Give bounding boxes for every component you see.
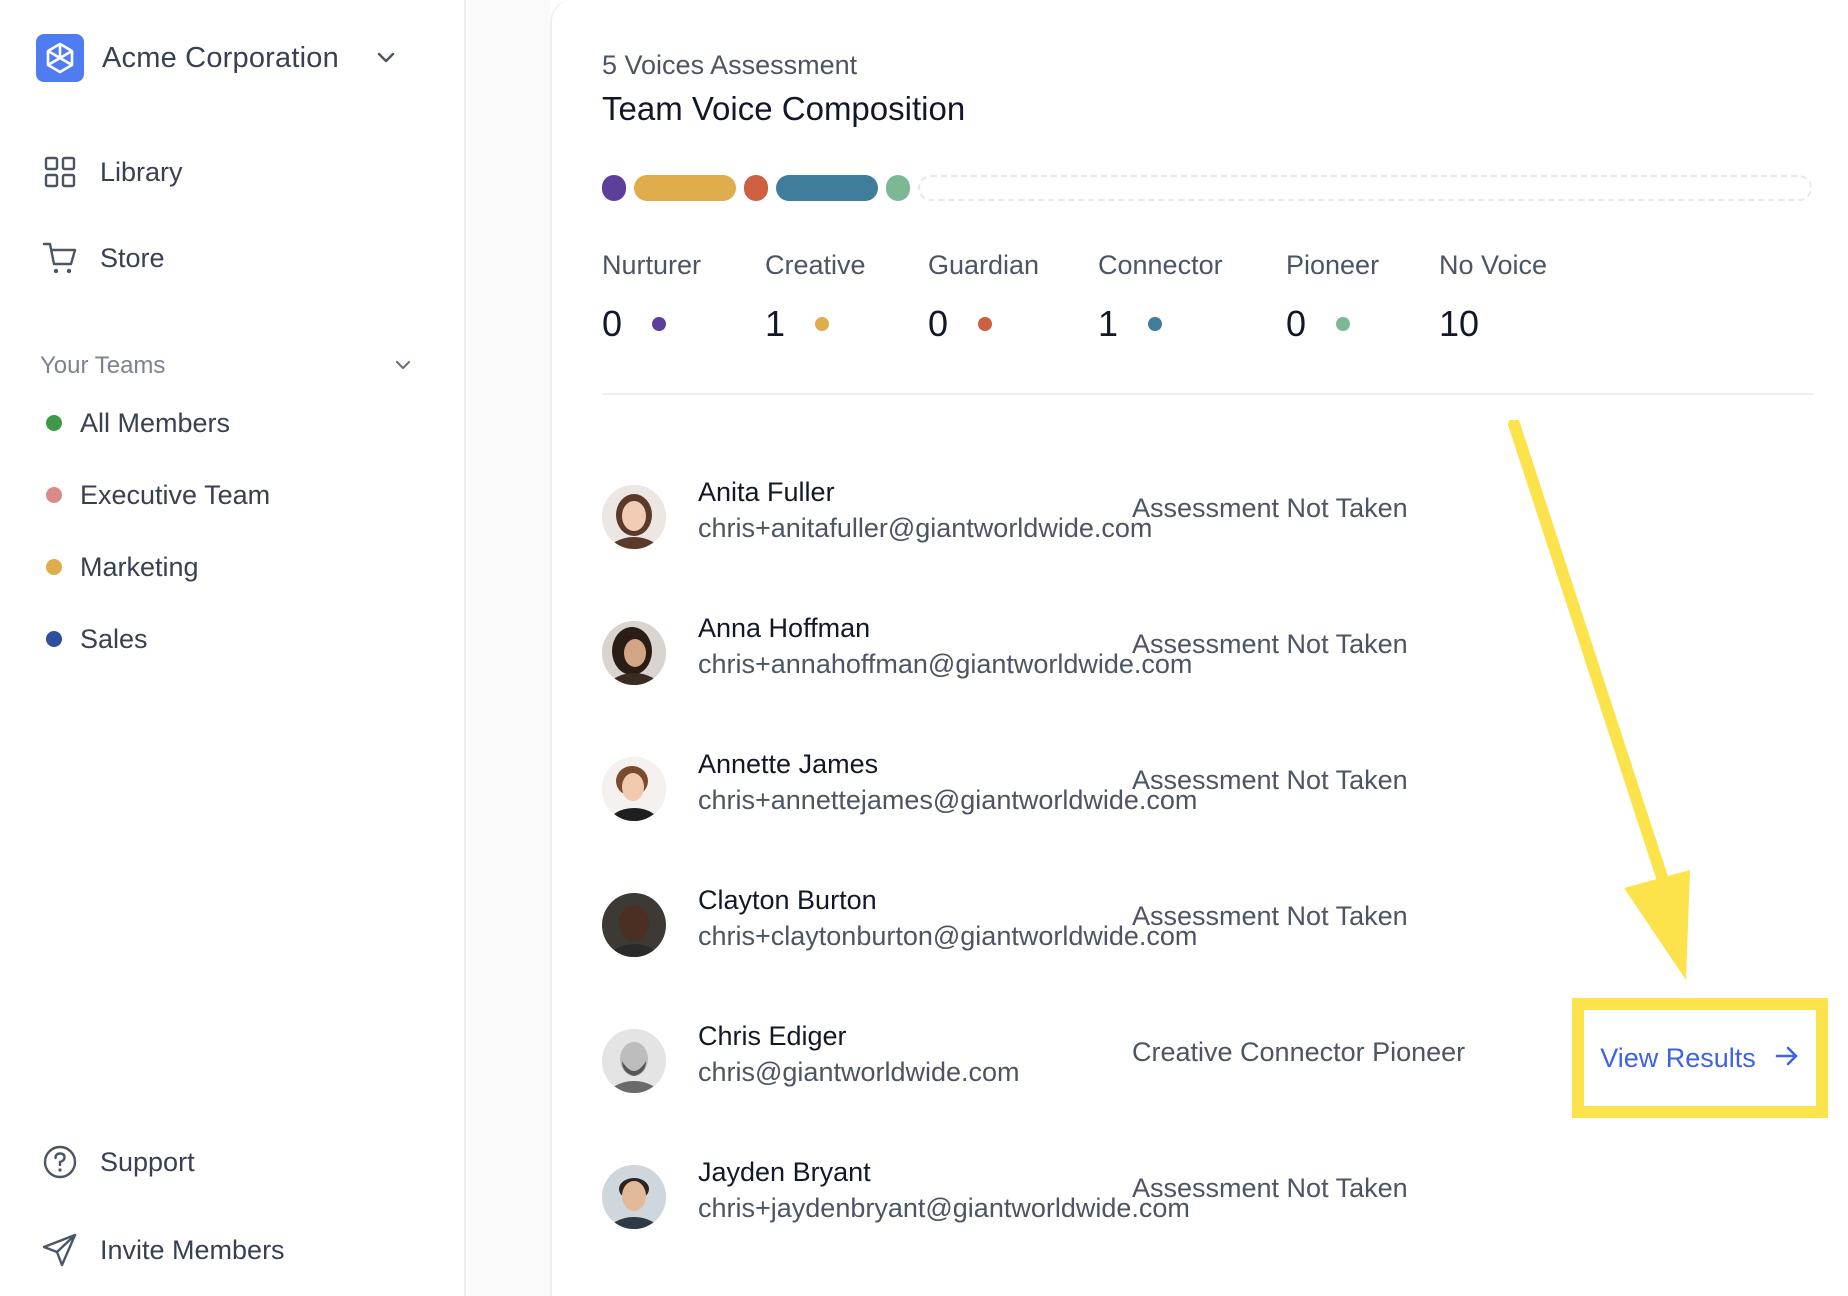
stat-label: Creative: [765, 250, 866, 280]
member-row[interactable]: Anna Hoffman chris+annahoffman@giantworl…: [602, 603, 1848, 713]
your-teams-label: Your Teams: [40, 352, 166, 379]
member-status: Assessment Not Taken: [1132, 493, 1408, 523]
avatar: [602, 757, 666, 821]
page-subtitle: 5 Voices Assessment: [602, 50, 858, 80]
member-status: Creative Connector Pioneer: [1132, 1037, 1466, 1067]
nav-invite-label: Invite Members: [100, 1234, 285, 1265]
member-name: Jayden Bryant: [698, 1157, 871, 1187]
nav-invite-members[interactable]: Invite Members: [40, 1224, 420, 1276]
stat-color-dot: [652, 317, 667, 331]
nav-support[interactable]: Support: [40, 1136, 420, 1188]
voice-bar-segment-pioneer: [886, 175, 910, 201]
team-label: Sales: [80, 623, 148, 654]
stat-value: 1: [765, 303, 786, 344]
content-gutter: [468, 0, 550, 1296]
cart-icon: [40, 238, 80, 278]
member-email: chris+jaydenbryant@giantworldwide.com: [698, 1193, 1190, 1223]
stat-color-dot: [978, 317, 993, 331]
team-color-dot: [46, 415, 62, 431]
stat-value: 0: [1286, 303, 1307, 344]
nav-support-label: Support: [100, 1146, 195, 1177]
stat-label: Connector: [1098, 250, 1223, 280]
member-name: Chris Ediger: [698, 1021, 847, 1051]
voice-bar-segment-nurturer: [602, 175, 626, 201]
member-status: Assessment Not Taken: [1132, 629, 1408, 659]
stat-color-dot: [1336, 317, 1351, 331]
team-marketing[interactable]: Marketing: [46, 544, 416, 590]
cube-logo-icon: [36, 34, 84, 82]
member-email: chris+annettejames@giantworldwide.com: [698, 785, 1198, 815]
voice-bar-segment-connector: [776, 175, 878, 201]
send-icon: [40, 1230, 80, 1270]
team-label: Executive Team: [80, 479, 271, 510]
nav-library-label: Library: [100, 156, 183, 187]
team-executive-team[interactable]: Executive Team: [46, 472, 416, 518]
grid-icon: [40, 152, 80, 192]
nav-store[interactable]: Store: [40, 232, 420, 284]
stat-value: 10: [1439, 303, 1480, 344]
org-switcher[interactable]: Acme Corporation: [36, 32, 426, 84]
stat-no-voice: No Voice 10: [1439, 250, 1547, 345]
team-color-dot: [46, 487, 62, 503]
team-color-dot: [46, 559, 62, 575]
member-status: Assessment Not Taken: [1132, 901, 1408, 931]
your-teams-toggle[interactable]: Your Teams: [40, 346, 414, 386]
stat-label: No Voice: [1439, 250, 1548, 280]
member-email: chris+annahoffman@giantworldwide.com: [698, 649, 1193, 679]
team-all-members[interactable]: All Members: [46, 400, 416, 446]
divider: [602, 393, 1814, 395]
member-row[interactable]: Jayden Bryant chris+jaydenbryant@giantwo…: [602, 1147, 1848, 1257]
voice-bar-segment-guardian: [744, 175, 768, 201]
stat-nurturer: Nurturer 0: [602, 250, 701, 345]
avatar: [602, 1029, 666, 1093]
help-circle-icon: [40, 1142, 80, 1182]
avatar: [602, 485, 666, 549]
stat-creative: Creative 1: [765, 250, 866, 345]
view-results-button[interactable]: View Results: [1572, 998, 1828, 1118]
member-row[interactable]: Clayton Burton chris+claytonburton@giant…: [602, 875, 1848, 985]
member-row[interactable]: Annette James chris+annettejames@giantwo…: [602, 739, 1848, 849]
stat-value: 0: [602, 303, 623, 344]
org-name: Acme Corporation: [102, 41, 339, 74]
stat-label: Guardian: [928, 250, 1040, 280]
avatar: [602, 621, 666, 685]
stat-guardian: Guardian 0: [928, 250, 1039, 345]
page-title: Team Voice Composition: [602, 90, 966, 127]
member-name: Clayton Burton: [698, 885, 877, 915]
chevron-down-icon: [392, 354, 414, 381]
member-name: Anna Hoffman: [698, 613, 871, 643]
stat-pioneer: Pioneer 0: [1286, 250, 1379, 345]
stat-value: 1: [1098, 303, 1119, 344]
member-status: Assessment Not Taken: [1132, 1173, 1408, 1203]
stat-connector: Connector 1: [1098, 250, 1223, 345]
team-sales[interactable]: Sales: [46, 616, 416, 662]
voice-bar-segment-creative: [634, 175, 736, 201]
member-name: Anita Fuller: [698, 477, 835, 507]
team-label: Marketing: [80, 551, 199, 582]
voice-composition-bar: [602, 175, 1812, 201]
member-status: Assessment Not Taken: [1132, 765, 1408, 795]
member-email: chris@giantworldwide.com: [698, 1057, 1020, 1087]
member-name: Annette James: [698, 749, 879, 779]
stat-value: 0: [928, 303, 949, 344]
view-results-label: View Results: [1600, 1042, 1756, 1073]
nav-store-label: Store: [100, 242, 165, 273]
team-color-dot: [46, 631, 62, 647]
stat-color-dot: [815, 317, 830, 331]
sidebar: Acme Corporation Library Store Your Team…: [0, 0, 466, 1296]
stat-color-dot: [1148, 317, 1163, 331]
team-label: All Members: [80, 407, 231, 438]
member-row[interactable]: Anita Fuller chris+anitafuller@giantworl…: [602, 467, 1848, 577]
member-email: chris+claytonburton@giantworldwide.com: [698, 921, 1198, 951]
chevron-down-icon: [374, 46, 398, 75]
avatar: [602, 1165, 666, 1229]
member-email: chris+anitafuller@giantworldwide.com: [698, 513, 1153, 543]
arrow-right-icon: [1774, 1043, 1800, 1074]
voice-bar-segment-no-voice: [918, 175, 1812, 201]
stat-label: Pioneer: [1286, 250, 1380, 280]
stat-label: Nurturer: [602, 250, 702, 280]
avatar: [602, 893, 666, 957]
nav-library[interactable]: Library: [40, 146, 420, 198]
